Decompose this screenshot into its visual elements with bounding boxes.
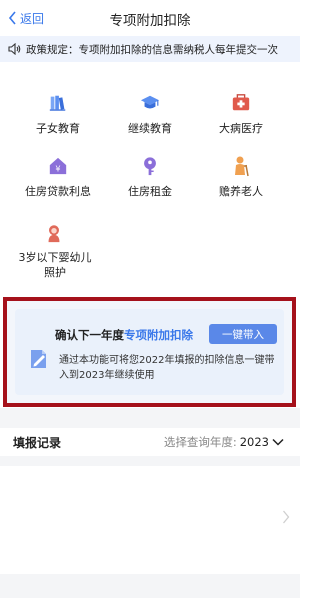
carry-over-title: 确认下一年度专项附加扣除: [55, 327, 193, 343]
records-header: 填报记录 选择查询年度: 2023: [0, 428, 300, 456]
graduation-cap-icon: [139, 92, 161, 114]
deduction-label: 大病医疗: [219, 122, 263, 135]
deduction-label: 子女教育: [36, 122, 80, 135]
books-icon: [47, 92, 69, 114]
deduction-elderly-support[interactable]: 赡养老人: [191, 155, 291, 205]
deduction-infant-care[interactable]: 3岁以下婴幼儿照护: [10, 222, 100, 280]
highlight-frame: 确认下一年度专项附加扣除 一键带入 通过本功能可将您2022年填报的扣除信息一键…: [3, 297, 296, 407]
house-yen-icon: ¥: [47, 155, 69, 177]
svg-text:¥: ¥: [55, 163, 60, 173]
carry-over-card: 确认下一年度专项附加扣除 一键带入 通过本功能可将您2022年填报的扣除信息一键…: [15, 309, 284, 395]
year-selector[interactable]: 选择查询年度: 2023: [164, 434, 284, 450]
records-list: [0, 456, 300, 598]
chevron-down-icon: [272, 438, 284, 446]
policy-notice: 政策规定：专项附加扣除的信息需纳税人每年提交一次: [0, 36, 300, 62]
selected-year: 2023: [239, 435, 269, 449]
carry-over-title-prefix: 确认下一年度: [55, 328, 124, 342]
notice-text: 政策规定：专项附加扣除的信息需纳税人每年提交一次: [26, 43, 278, 56]
speaker-icon: [8, 43, 21, 55]
one-click-import-button[interactable]: 一键带入: [209, 324, 277, 344]
deduction-continuing-education[interactable]: 继续教育: [100, 92, 200, 142]
record-item[interactable]: [0, 466, 300, 574]
elderly-icon: [230, 155, 252, 177]
deduction-housing-loan-interest[interactable]: ¥ 住房贷款利息: [8, 155, 108, 205]
deduction-child-education[interactable]: 子女教育: [8, 92, 108, 142]
carry-over-description: 通过本功能可将您2022年填报的扣除信息一键带入到2023年继续使用: [59, 355, 275, 381]
nav-bar: 返回 专项附加扣除: [0, 0, 300, 36]
document-edit-icon: [27, 347, 51, 371]
carry-over-title-highlight: 专项附加扣除: [124, 328, 193, 342]
key-icon: [139, 155, 161, 177]
section-divider: [0, 408, 300, 428]
deduction-label: 3岁以下婴幼儿照护: [18, 251, 92, 279]
deduction-serious-illness[interactable]: 大病医疗: [191, 92, 291, 142]
year-filter-label: 选择查询年度:: [163, 435, 237, 449]
deduction-housing-rent[interactable]: 住房租金: [100, 155, 200, 205]
deduction-label: 住房租金: [128, 185, 172, 198]
chevron-right-icon: [283, 510, 290, 524]
baby-icon: [44, 222, 66, 244]
page-title: 专项附加扣除: [109, 13, 191, 29]
deduction-label: 住房贷款利息: [25, 185, 91, 198]
records-title: 填报记录: [13, 436, 62, 450]
medical-kit-icon: [230, 92, 252, 114]
deduction-label: 赡养老人: [219, 185, 263, 198]
deduction-label: 继续教育: [128, 122, 172, 135]
